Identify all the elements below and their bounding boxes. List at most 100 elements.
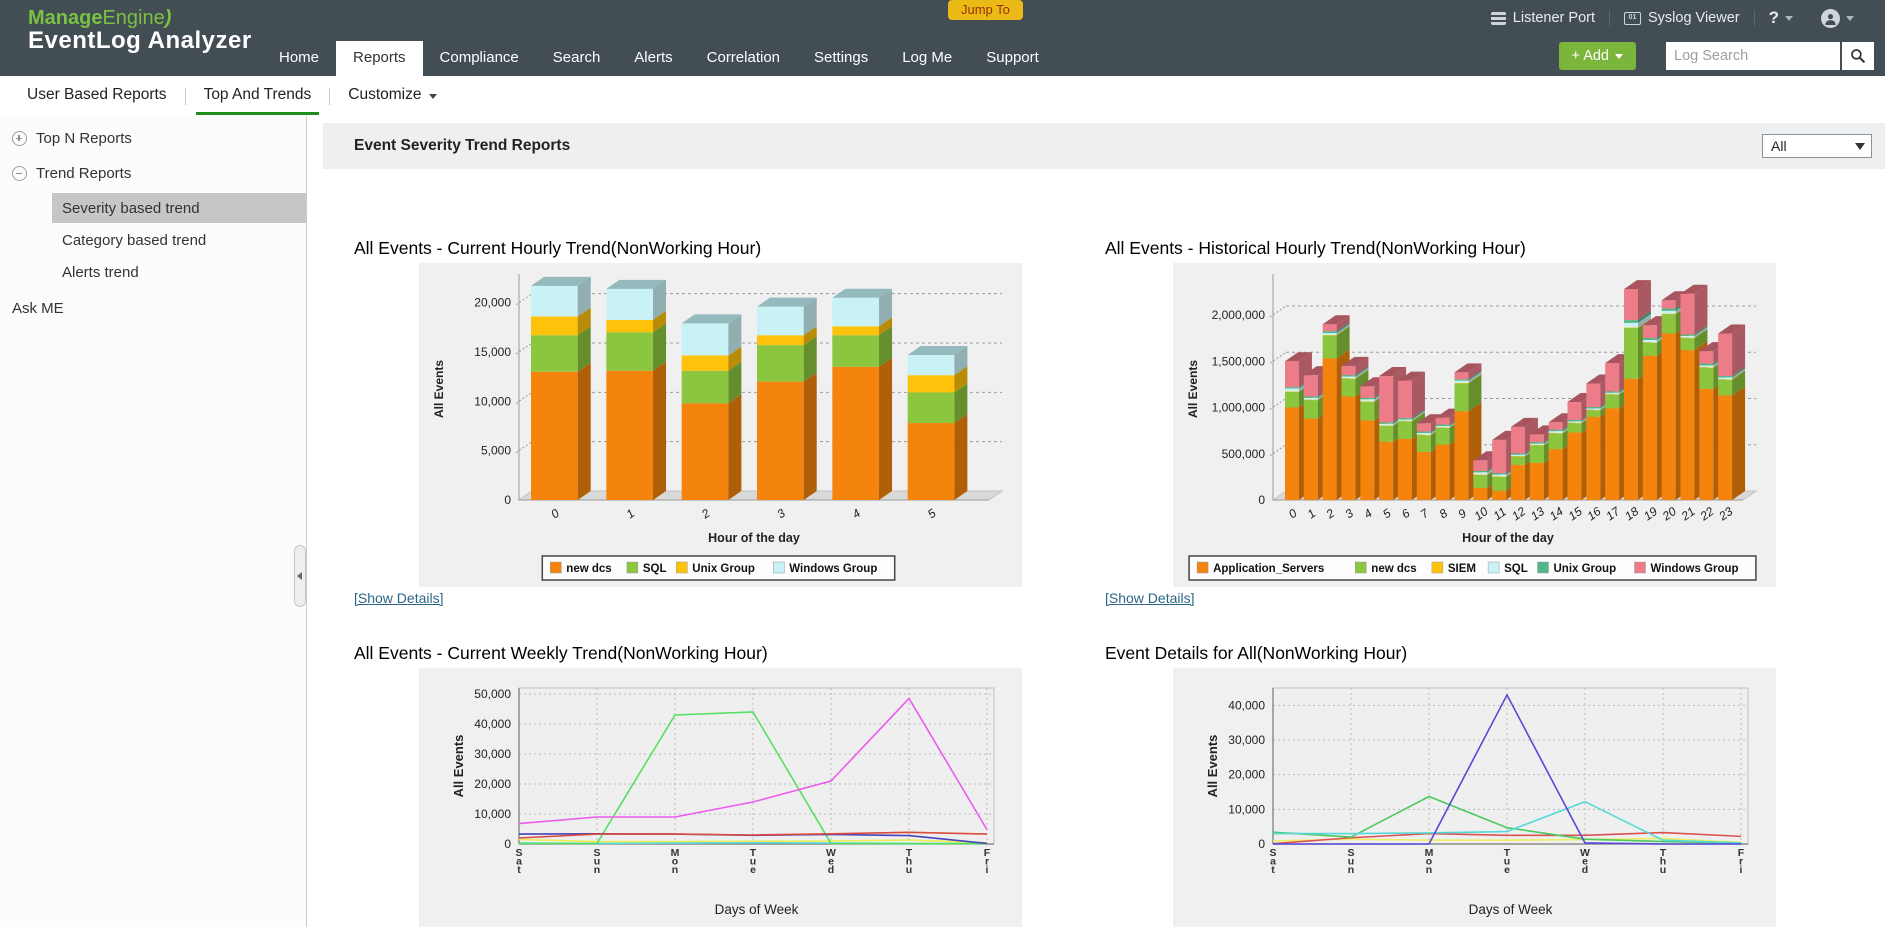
svg-text:Thu: Thu	[1660, 847, 1667, 876]
user-avatar-icon	[1821, 9, 1840, 28]
svg-text:40,000: 40,000	[1228, 698, 1265, 712]
sidebar-item-ask-me[interactable]: Ask ME	[0, 300, 306, 317]
report-toolbar: Event Severity Trend Reports All	[323, 123, 1885, 169]
help-icon: ?	[1769, 8, 1779, 28]
top-header: ManageEngine) EventLog Analyzer Jump To …	[0, 0, 1885, 76]
subnav-top-and-trends[interactable]: Top And Trends	[186, 76, 330, 116]
nav-item-compliance[interactable]: Compliance	[423, 41, 536, 76]
nav-item-correlation[interactable]: Correlation	[690, 41, 797, 76]
quick-links: Listener Port 01 Syslog Viewer ?	[1477, 8, 1868, 28]
svg-text:30,000: 30,000	[1228, 733, 1265, 747]
syslog-viewer-icon: 01	[1624, 12, 1641, 25]
chart-title-current-hourly: All Events - Current Hourly Trend(NonWor…	[354, 238, 761, 259]
nav-item-home[interactable]: Home	[262, 41, 336, 76]
svg-text:1,000,000: 1,000,000	[1212, 401, 1266, 415]
svg-text:Days of Week: Days of Week	[715, 902, 799, 917]
chart-title-historical-hourly: All Events - Historical Hourly Trend(Non…	[1105, 238, 1526, 259]
add-button-label: + Add	[1572, 48, 1610, 64]
svg-text:Sun: Sun	[593, 847, 600, 876]
collapse-icon[interactable]	[12, 166, 27, 181]
subnav-customize[interactable]: Customize	[330, 76, 454, 116]
svg-text:SIEM: SIEM	[1448, 563, 1476, 575]
product-name: EventLog Analyzer	[28, 28, 252, 54]
svg-text:new dcs: new dcs	[566, 563, 611, 575]
svg-text:15,000: 15,000	[474, 345, 511, 359]
svg-text:Hour of the day: Hour of the day	[708, 531, 800, 545]
svg-text:All Events: All Events	[451, 735, 466, 798]
brand-name: ManageEngine)	[28, 7, 252, 29]
add-button[interactable]: + Add	[1559, 42, 1637, 70]
nav-item-support[interactable]: Support	[969, 41, 1056, 76]
nav-item-reports[interactable]: Reports	[336, 41, 423, 76]
logo-swoosh-icon: )	[165, 7, 172, 29]
sidebar-collapse-handle[interactable]	[294, 545, 306, 607]
svg-text:Days of Week: Days of Week	[1469, 902, 1553, 917]
svg-text:0: 0	[504, 493, 511, 507]
nav-item-alerts[interactable]: Alerts	[617, 41, 689, 76]
sidebar-group-label: Top N Reports	[36, 130, 132, 147]
svg-text:Thu: Thu	[906, 847, 913, 876]
svg-text:SQL: SQL	[643, 563, 667, 575]
page-title: Event Severity Trend Reports	[354, 137, 570, 155]
sidebar-item-category-based-trend[interactable]: Category based trend	[52, 225, 306, 255]
svg-text:20,000: 20,000	[474, 777, 511, 791]
reports-subnav: User Based Reports Top And Trends Custom…	[0, 76, 1885, 116]
sidebar-group-label: Trend Reports	[36, 165, 131, 182]
help-menu[interactable]: ?	[1755, 8, 1807, 28]
svg-text:500,000: 500,000	[1222, 447, 1266, 461]
svg-text:Hour of the day: Hour of the day	[1462, 531, 1554, 545]
svg-text:30,000: 30,000	[474, 747, 511, 761]
jump-to-button[interactable]: Jump To	[948, 0, 1023, 20]
chart-historical-hourly-trend: 0500,0001,000,0001,500,0002,000,00001234…	[1173, 263, 1776, 587]
search-button[interactable]	[1842, 42, 1874, 70]
chevron-down-icon	[429, 94, 437, 99]
chart-current-weekly-trend: 010,00020,00030,00040,00050,000SatSunMon…	[419, 668, 1022, 927]
svg-text:0: 0	[1258, 837, 1265, 851]
chart-title-event-details: Event Details for All(NonWorking Hour)	[1105, 643, 1407, 664]
chart-title-current-weekly: All Events - Current Weekly Trend(NonWor…	[354, 643, 768, 664]
chevron-down-icon	[1785, 16, 1793, 21]
sidebar-group-trend-reports[interactable]: Trend Reports	[0, 156, 306, 191]
subnav-customize-label: Customize	[348, 86, 421, 103]
svg-text:Sun: Sun	[1347, 847, 1354, 876]
sidebar-item-alerts-trend[interactable]: Alerts trend	[52, 257, 306, 287]
svg-text:Tue: Tue	[1504, 847, 1511, 876]
svg-text:All Events: All Events	[432, 360, 446, 418]
header-actions: + Add	[1559, 42, 1875, 70]
svg-text:10,000: 10,000	[474, 807, 511, 821]
listener-port-link[interactable]: Listener Port	[1477, 10, 1609, 26]
svg-text:Application_Servers: Application_Servers	[1213, 563, 1324, 575]
app-logo[interactable]: ManageEngine) EventLog Analyzer	[28, 7, 252, 54]
main-nav: Home Reports Compliance Search Alerts Co…	[262, 41, 1056, 76]
nav-item-settings[interactable]: Settings	[797, 41, 885, 76]
svg-text:Unix Group: Unix Group	[1554, 563, 1617, 575]
nav-item-search[interactable]: Search	[536, 41, 618, 76]
chart-event-details-for-all: 010,00020,00030,00040,000SatSunMonTueWed…	[1173, 668, 1776, 927]
show-details-link-current-hourly[interactable]: [Show Details]	[354, 590, 443, 606]
device-filter-dropdown[interactable]: All	[1762, 134, 1872, 158]
svg-text:All Events: All Events	[1205, 735, 1220, 798]
show-details-link-historical-hourly[interactable]: [Show Details]	[1105, 590, 1194, 606]
dropdown-arrow-icon	[1855, 143, 1865, 150]
svg-text:5,000: 5,000	[481, 444, 511, 458]
log-search-input[interactable]	[1666, 42, 1840, 70]
listener-port-icon	[1491, 12, 1506, 25]
sidebar-item-severity-based-trend[interactable]: Severity based trend	[52, 193, 306, 223]
listener-port-label: Listener Port	[1513, 10, 1595, 26]
svg-text:0: 0	[504, 837, 511, 851]
user-menu[interactable]	[1807, 9, 1868, 28]
subnav-user-based-reports[interactable]: User Based Reports	[9, 76, 185, 116]
syslog-viewer-link[interactable]: 01 Syslog Viewer	[1610, 10, 1754, 26]
nav-item-logme[interactable]: Log Me	[885, 41, 969, 76]
sidebar-group-top-n-reports[interactable]: Top N Reports	[0, 121, 306, 156]
svg-text:0: 0	[1258, 493, 1265, 507]
svg-text:20,000: 20,000	[474, 296, 511, 310]
expand-icon[interactable]	[12, 131, 27, 146]
syslog-viewer-label: Syslog Viewer	[1648, 10, 1740, 26]
search-icon	[1850, 48, 1866, 64]
svg-text:Windows Group: Windows Group	[789, 563, 877, 575]
svg-text:Tue: Tue	[750, 847, 757, 876]
svg-text:50,000: 50,000	[474, 687, 511, 701]
svg-text:All Events: All Events	[1186, 360, 1200, 418]
svg-text:1,500,000: 1,500,000	[1212, 354, 1266, 368]
